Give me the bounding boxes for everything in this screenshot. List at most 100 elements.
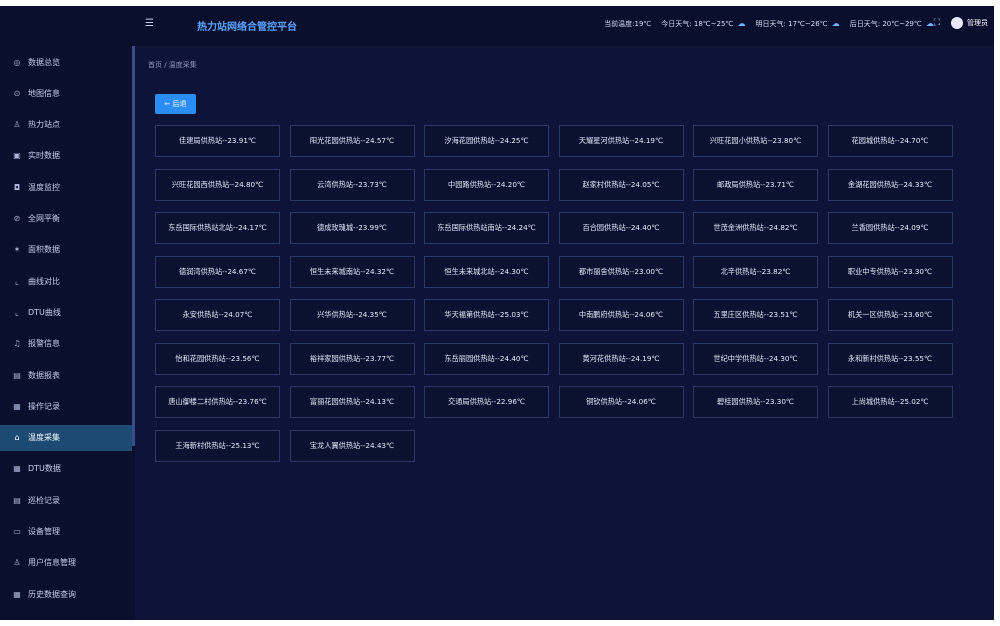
- back-button[interactable]: ← 后退: [155, 94, 196, 114]
- sidebar-item[interactable]: ⌞ DTU曲线: [0, 299, 132, 325]
- sidebar-item-label: 曲线对比: [28, 276, 60, 286]
- menu-fold-icon[interactable]: ☰: [145, 18, 157, 30]
- station-card[interactable]: 兴旺花园小供热站--23.80℃: [693, 125, 818, 157]
- monitor-icon: ▣: [13, 151, 21, 161]
- sidebar-item[interactable]: ▣ 实时数据: [0, 143, 132, 169]
- station-card[interactable]: 兴旺花园西供热站--24.80℃: [155, 168, 280, 201]
- station-card[interactable]: 北辛供热站--23.82℃: [693, 255, 818, 288]
- sidebar: ◎ 数据总览 ⊙ 地图信息 ♙ 热力站点 ▣ 实时数据 ◘ 温度监控 ⊘ 全网平衡 ✶ 面积数据 ⌞ 曲线对比…: [0, 6, 135, 620]
- station-card[interactable]: 金湖花园供热站--24.33℃: [827, 168, 953, 201]
- curve-icon: ⌞: [15, 307, 19, 317]
- sidebar-item-label: 温度采集: [28, 433, 60, 443]
- station-card[interactable]: 华天福第供热站--25.03℃: [424, 299, 549, 331]
- station-card[interactable]: 百合园供热站--24.40℃: [558, 212, 684, 244]
- sidebar-item[interactable]: ⌞ 曲线对比: [0, 268, 132, 294]
- station-card[interactable]: 裕祥家园供热站--23.77℃: [289, 342, 415, 375]
- sidebar-item[interactable]: ▦ 操作记录: [0, 393, 132, 419]
- station-card[interactable]: 邮政局供热站--23.71℃: [693, 168, 818, 201]
- station-card[interactable]: 中南鹏府供热站--24.06℃: [558, 299, 684, 331]
- sidebar-item-label: 全网平衡: [28, 214, 60, 223]
- app-title: 热力站网络合管控平台: [197, 22, 297, 33]
- sidebar-item[interactable]: ◘ 温度监控: [0, 174, 132, 200]
- dashboard-icon: ◎: [13, 57, 21, 67]
- station-card[interactable]: 兴华供热站--24.35℃: [289, 299, 415, 331]
- sidebar-item[interactable]: ▤ 巡检记录: [0, 487, 132, 513]
- sidebar-item[interactable]: ▤ 数据报表: [0, 362, 132, 388]
- station-card[interactable]: 云湾供热站--23.73℃: [289, 168, 415, 201]
- user-icon: ♙: [13, 120, 21, 130]
- station-card[interactable]: 永和新村供热站--23.55℃: [827, 342, 953, 375]
- station-card[interactable]: 五里庄区供热站--23.51℃: [693, 299, 818, 331]
- record-icon: ▦: [13, 401, 21, 411]
- station-card[interactable]: 碧桂园供热站--23.30℃: [693, 386, 818, 418]
- user-menu[interactable]: 管理员: [951, 17, 988, 29]
- station-card[interactable]: 赵家村供热站--24.05℃: [558, 168, 684, 201]
- station-card[interactable]: 兰香园供热站--24.09℃: [827, 212, 953, 244]
- sidebar-item[interactable]: ▦用户计量: [0, 612, 132, 620]
- station-card[interactable]: 铜钦供热站--24.06℃: [558, 386, 684, 418]
- sidebar-item-label: 巡检记录: [28, 495, 60, 505]
- station-card[interactable]: 汐海花园供热站--24.25℃: [424, 125, 549, 157]
- line-chart-icon: ⌞: [15, 276, 19, 286]
- station-card[interactable]: 王海新村供热站--25.13℃: [155, 429, 280, 462]
- station-card[interactable]: 东岳国际供热站北站--24.17℃: [155, 212, 280, 244]
- station-card[interactable]: 德成玫瑰城--23.99℃: [289, 212, 415, 244]
- fullscreen-icon[interactable]: ⛶: [934, 18, 940, 28]
- station-card[interactable]: 都市丽舍供热站--23.00℃: [558, 255, 684, 288]
- sidebar-item-label: 设备管理: [28, 527, 60, 536]
- bell-icon: ♫: [13, 339, 21, 349]
- sidebar-item[interactable]: ▦ 历史数据查询: [0, 581, 132, 607]
- station-card[interactable]: 机关一区供热站--23.60℃: [827, 299, 953, 331]
- location-icon: ⊙: [13, 88, 21, 98]
- station-card[interactable]: 黄河花供热站--24.19℃: [558, 342, 684, 375]
- sidebar-item[interactable]: ▭ 设备管理: [0, 519, 132, 545]
- station-card[interactable]: 永安供热站--24.07℃: [155, 299, 280, 331]
- station-card[interactable]: 天耀星河供热站--24.19℃: [558, 125, 684, 157]
- sidebar-item[interactable]: ♙ 热力站点: [0, 112, 132, 138]
- station-card[interactable]: 世茂金洲供热站--24.82℃: [693, 212, 818, 244]
- station-card[interactable]: 世纪中学供热站--24.30℃: [693, 342, 818, 375]
- app-window: ◎ 数据总览 ⊙ 地图信息 ♙ 热力站点 ▣ 实时数据 ◘ 温度监控 ⊘ 全网平衡 ✶ 面积数据 ⌞ 曲线对比…: [0, 6, 994, 620]
- sidebar-item-label: 数据报表: [28, 370, 60, 380]
- station-card[interactable]: 中园路供热站--24.20℃: [424, 168, 549, 201]
- station-card[interactable]: 交通局供热站--22.96℃: [424, 386, 549, 418]
- station-card[interactable]: 富丽花园供热站--24.13℃: [289, 386, 415, 418]
- tomorrow-weather: 明日天气: 17℃~26℃: [755, 20, 828, 28]
- station-card[interactable]: 花园城供热站--24.70℃: [827, 125, 953, 157]
- station-card[interactable]: 东岳丽园供热站--24.40℃: [424, 342, 549, 375]
- history-icon: ▦: [13, 589, 21, 599]
- sidebar-item[interactable]: ♫ 报警信息: [0, 331, 132, 357]
- sidebar-item[interactable]: ✶ 面积数据: [0, 237, 132, 263]
- station-card[interactable]: 恒生未来城北站--24.30℃: [424, 255, 549, 288]
- station-card[interactable]: 东岳国际供热站南站--24.24℃: [424, 212, 549, 244]
- sidebar-item-label: DTU曲线: [28, 307, 61, 317]
- sidebar-item-label: 实时数据: [28, 151, 60, 161]
- breadcrumb: 首页 / 温度采集: [148, 61, 197, 69]
- today-weather: 今日天气: 18℃~25℃: [661, 20, 734, 28]
- top-header: ☰ 热力站网络合管控平台 当前温度:19℃ 今日天气: 18℃~25℃ ☁ 明日…: [135, 6, 994, 46]
- sidebar-item-label: 操作记录: [28, 401, 60, 411]
- station-card[interactable]: 怡和花园供热站--23.56℃: [155, 342, 280, 375]
- clipboard-icon: ▤: [13, 495, 21, 505]
- sidebar-item[interactable]: ⊙ 地图信息: [0, 80, 132, 106]
- user-name: 管理员: [967, 19, 988, 27]
- station-card[interactable]: 上尚城供热站--25.02℃: [827, 386, 953, 418]
- station-card[interactable]: 唐山御楼二村供热站--23.76℃: [155, 386, 280, 418]
- weather-bar: 当前温度:19℃ 今日天气: 18℃~25℃ ☁ 明日天气: 17℃~26℃ ☁…: [604, 19, 934, 29]
- station-card[interactable]: 阳光花园供热站--24.57℃: [289, 125, 415, 157]
- station-card[interactable]: 恒生未来城南站--24.32℃: [289, 255, 415, 288]
- sidebar-item[interactable]: ♙ 用户信息管理: [0, 550, 132, 576]
- avatar: [951, 17, 963, 29]
- sidebar-scrollbar[interactable]: [132, 46, 135, 446]
- sidebar-item[interactable]: ⊘ 全网平衡: [0, 206, 132, 232]
- station-card[interactable]: 宝龙人翼供热站--24.43℃: [289, 429, 415, 462]
- sidebar-item-label: 报警信息: [28, 339, 60, 349]
- sidebar-item[interactable]: ◎ 数据总览: [0, 49, 132, 75]
- star-icon: ✶: [13, 245, 21, 255]
- station-card[interactable]: 职业中专供热站--23.30℃: [827, 255, 953, 288]
- station-card[interactable]: 佳建局供热站--23.91℃: [155, 125, 280, 157]
- home-icon: ⌂: [14, 433, 20, 443]
- sidebar-item[interactable]: ⌂ 温度采集: [0, 424, 132, 451]
- station-card[interactable]: 德润湾供热站--24.67℃: [155, 255, 280, 288]
- sidebar-item[interactable]: ▦ DTU数据: [0, 456, 132, 482]
